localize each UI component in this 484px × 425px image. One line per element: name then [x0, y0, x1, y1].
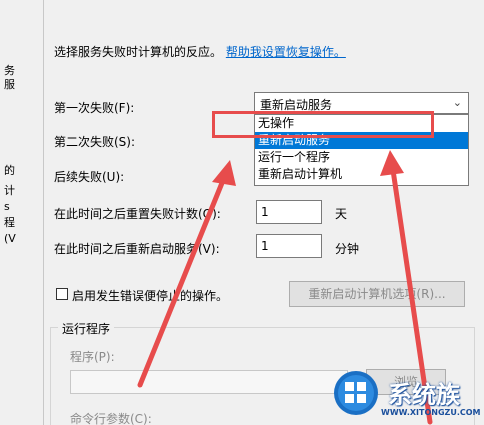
strip-text: s — [4, 200, 10, 213]
run-program-group-title: 运行程序 — [58, 320, 115, 337]
help-link[interactable]: 帮助我设置恢复操作。 — [226, 45, 346, 59]
description-text: 选择服务失败时计算机的反应。 — [54, 45, 223, 59]
program-input[interactable] — [70, 370, 348, 394]
watermark-logo-text: 系统族 — [388, 381, 460, 409]
program-label: 程序(P): — [70, 350, 115, 364]
stop-errors-checkbox[interactable] — [56, 288, 68, 300]
strip-text: (V — [4, 232, 16, 245]
recovery-tab-panel: 选择服务失败时计算机的反应。 帮助我设置恢复操作。 第一次失败(F): 第二次失… — [44, 0, 484, 425]
watermark-url: WWW.XITONGZU.COM — [381, 408, 481, 417]
strip-text: 程 — [4, 216, 15, 229]
restart-service-label: 在此时间之后重新启动服务(V): — [54, 242, 220, 256]
cmd-args-label: 命令行参数(C): — [70, 412, 152, 425]
background-window-strip: 务 服 的 计 s 程 (V — [0, 0, 44, 425]
reset-count-input[interactable]: 1 — [256, 200, 322, 224]
recovery-description: 选择服务失败时计算机的反应。 帮助我设置恢复操作。 — [54, 43, 346, 60]
restart-service-input[interactable]: 1 — [256, 234, 322, 258]
reset-count-unit: 天 — [335, 207, 348, 221]
reset-count-label: 在此时间之后重置失败计数(O): — [54, 207, 221, 221]
annotation-highlight-box — [212, 111, 434, 138]
first-failure-label: 第一次失败(F): — [54, 101, 135, 115]
second-failure-label: 第二次失败(S): — [54, 135, 136, 149]
restart-computer-options-button[interactable]: 重新启动计算机选项(R)... — [289, 281, 465, 307]
stop-errors-label: 启用发生错误便停止的操作。 — [72, 289, 229, 303]
strip-text: 计 — [4, 184, 15, 197]
dropdown-option-run-program[interactable]: 运行一个程序 — [255, 149, 468, 166]
strip-text: 的 — [4, 164, 15, 177]
dropdown-option-restart-computer[interactable]: 重新启动计算机 — [255, 166, 468, 183]
strip-text: 服 — [4, 78, 15, 91]
restart-service-unit: 分钟 — [335, 242, 360, 256]
subsequent-failure-label: 后续失败(U): — [54, 170, 125, 184]
chevron-down-icon[interactable]: ⌄ — [453, 96, 462, 109]
